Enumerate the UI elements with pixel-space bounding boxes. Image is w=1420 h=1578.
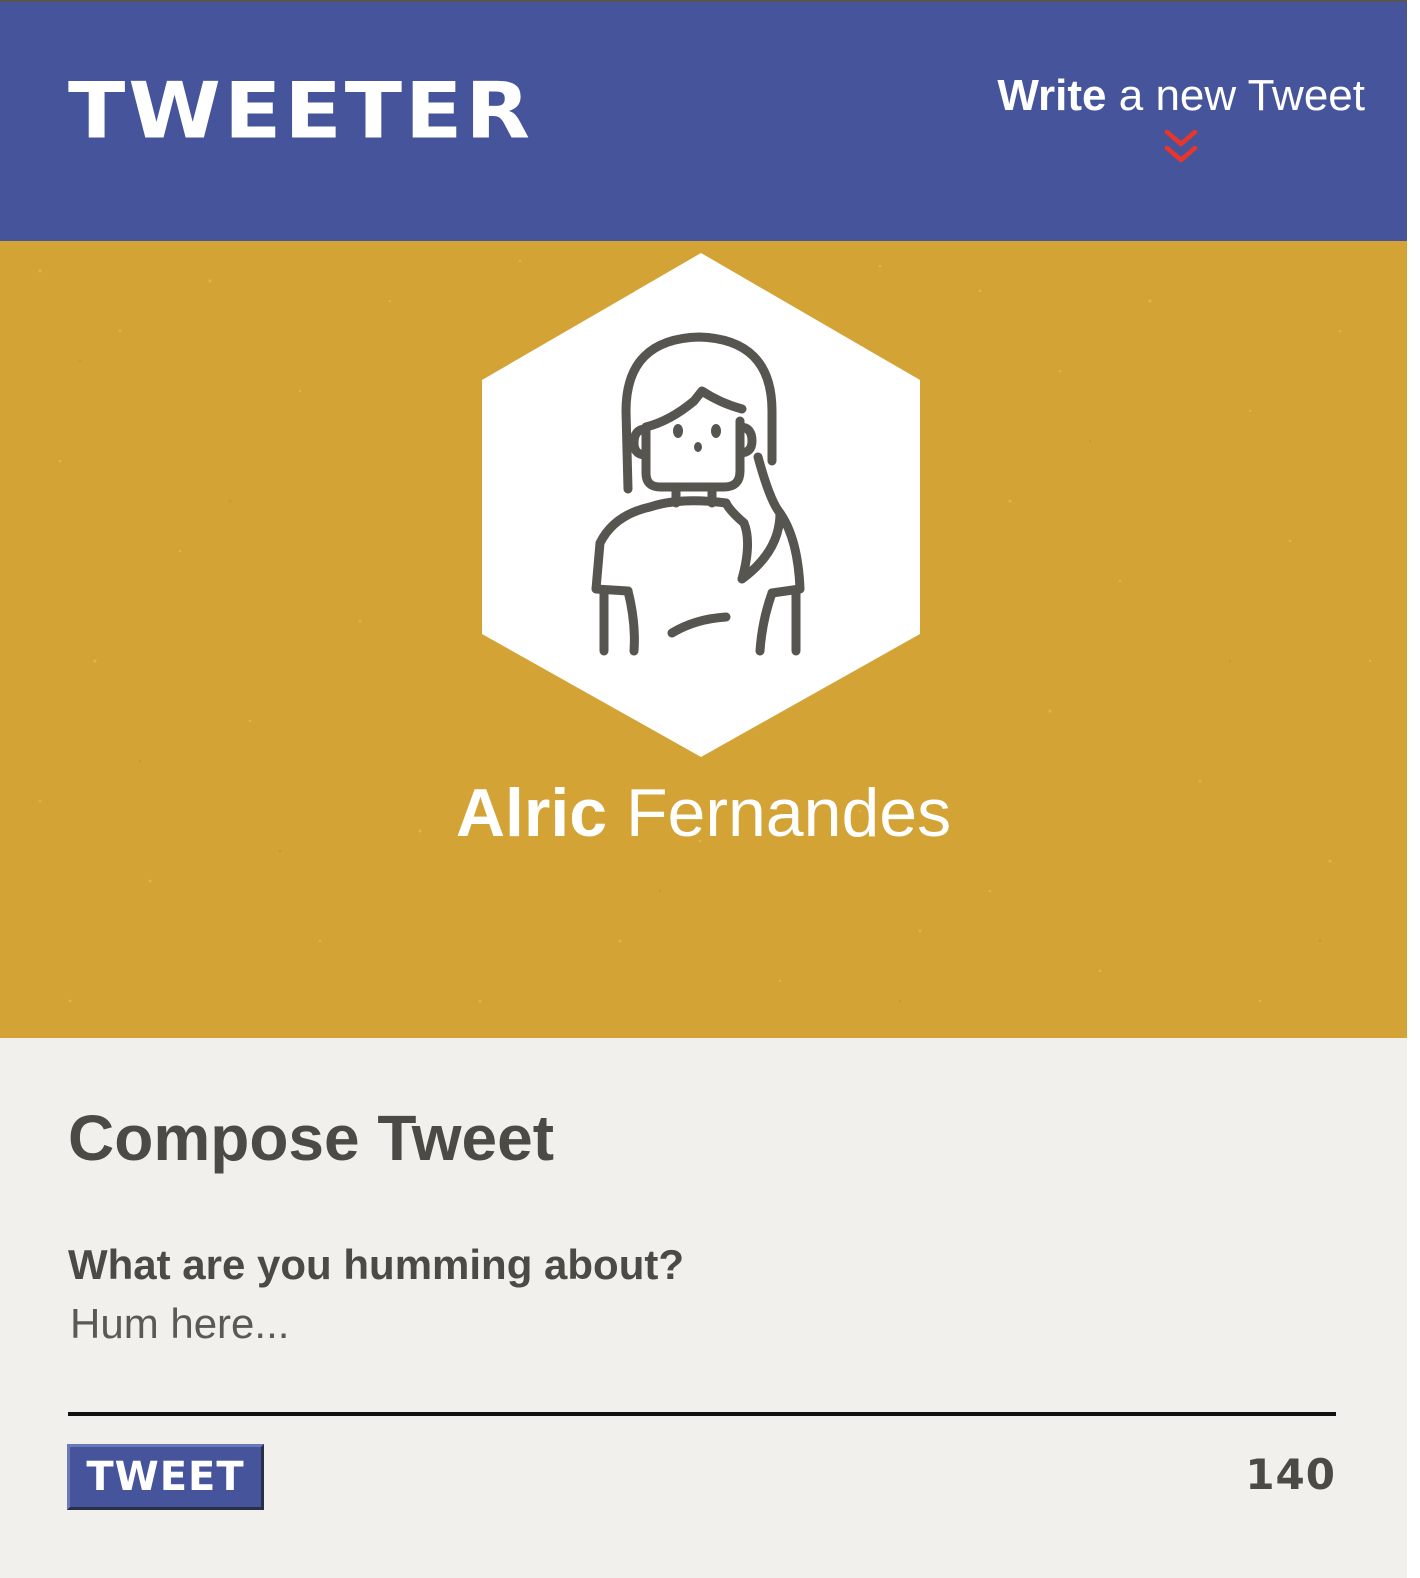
- app-logo[interactable]: TWEETER: [68, 72, 533, 149]
- compose-section: Compose Tweet What are you humming about…: [0, 1038, 1407, 1578]
- user-avatar[interactable]: [480, 251, 922, 759]
- top-nav: TWEETER Write a new Tweet: [0, 2, 1407, 241]
- compose-title: Compose Tweet: [68, 1102, 554, 1174]
- double-chevron-down-icon[interactable]: [1161, 128, 1201, 168]
- write-new-tweet-label: Write a new Tweet: [997, 71, 1365, 120]
- tweet-textarea[interactable]: [68, 1296, 1336, 1416]
- character-counter: 140: [1245, 1450, 1336, 1499]
- profile-banner: Alric Fernandes: [0, 241, 1407, 1038]
- write-new-tweet-link[interactable]: Write a new Tweet: [997, 71, 1365, 168]
- compose-prompt-label: What are you humming about?: [68, 1241, 684, 1288]
- user-full-name: Alric Fernandes: [455, 775, 952, 851]
- app-container: TWEETER Write a new Tweet Alric Fernande…: [0, 0, 1407, 1578]
- female-user-icon: [482, 253, 920, 757]
- tweet-submit-button[interactable]: TWEET: [67, 1444, 264, 1510]
